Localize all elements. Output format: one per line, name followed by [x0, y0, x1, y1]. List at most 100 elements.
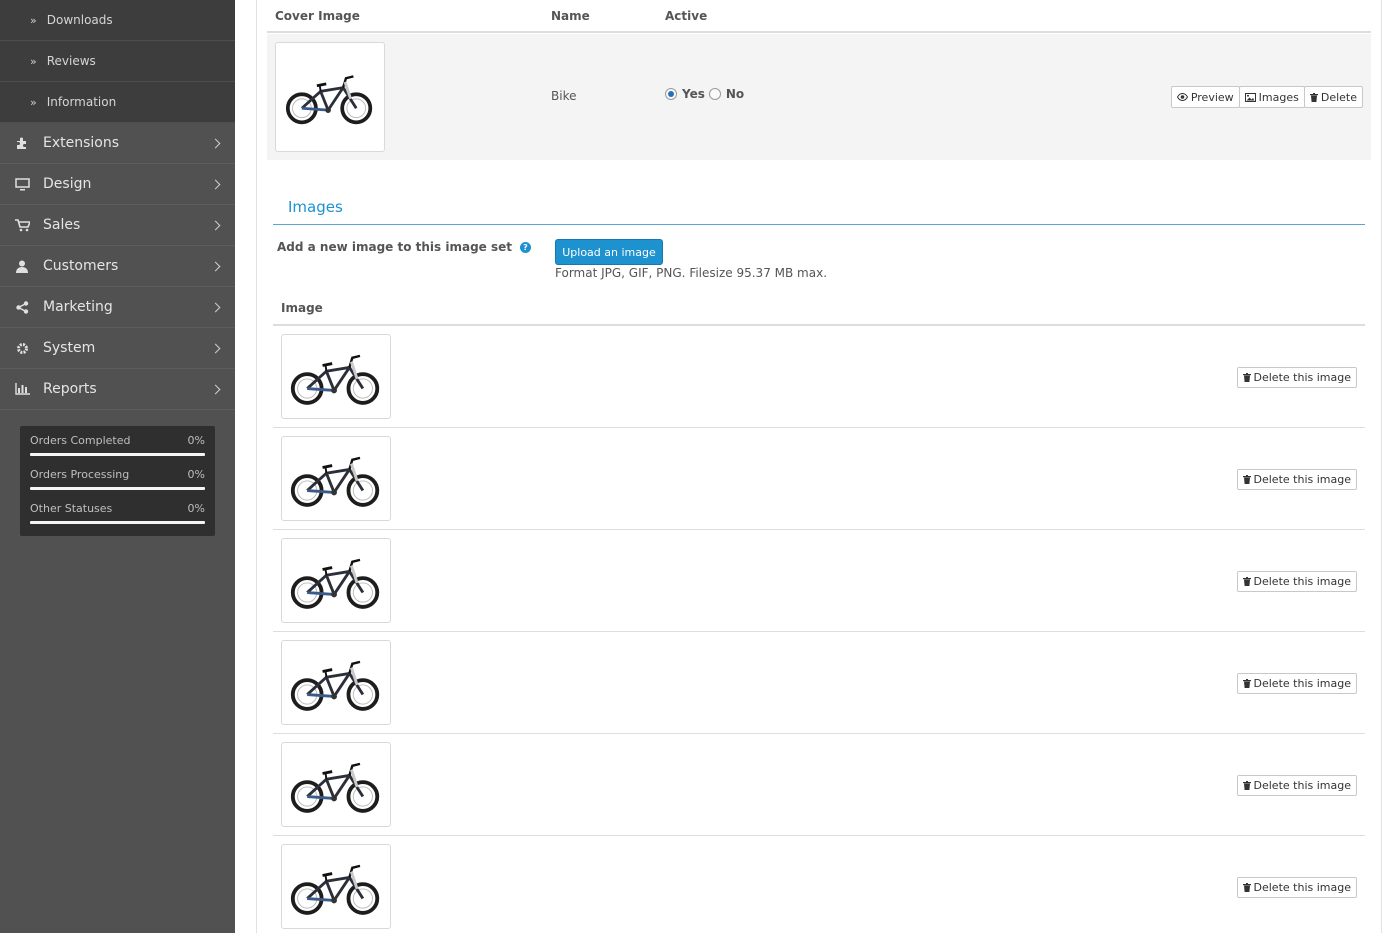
image-thumbnail[interactable] — [281, 844, 391, 929]
delete-image-button[interactable]: Delete this image — [1236, 673, 1357, 694]
active-no-label: No — [725, 87, 745, 101]
cart-icon — [14, 218, 30, 232]
submenu-item-downloads[interactable]: » Downloads — [0, 0, 235, 41]
stat-value: 0% — [187, 468, 205, 481]
images-table-header: Image — [273, 294, 1365, 326]
submenu-item-label: Reviews — [46, 54, 96, 68]
submenu-item-reviews[interactable]: » Reviews — [0, 41, 235, 82]
upload-image-button[interactable]: Upload an image — [555, 239, 663, 265]
table-row: Delete this image — [273, 632, 1365, 734]
menu-item-label: Reports — [43, 381, 97, 397]
chevron-right-icon — [210, 220, 221, 230]
table-row: Bike Yes No Preview Images Delete — [267, 34, 1371, 160]
delete-image-button[interactable]: Delete this image — [1236, 877, 1357, 898]
preview-button[interactable]: Preview — [1170, 86, 1240, 108]
submenu-item-information[interactable]: » Information — [0, 82, 235, 123]
preview-label: Preview — [1190, 90, 1234, 104]
delete-image-button[interactable]: Delete this image — [1236, 367, 1357, 388]
progress-bar — [30, 487, 205, 490]
menu-item-extensions[interactable]: Extensions — [0, 123, 235, 164]
table-row: Delete this image — [273, 836, 1365, 933]
table-row: Delete this image — [273, 530, 1365, 632]
table-row: Delete this image — [273, 734, 1365, 836]
trash-icon — [1309, 92, 1318, 102]
menu-item-label: Extensions — [43, 135, 120, 151]
column-header-cover-image: Cover Image — [275, 9, 360, 23]
eye-icon — [1176, 93, 1188, 101]
puzzle-icon — [14, 136, 30, 150]
double-chevron-right-icon: » — [30, 54, 37, 68]
trash-icon — [1242, 373, 1251, 382]
bike-image — [290, 354, 380, 405]
delete-image-button[interactable]: Delete this image — [1236, 775, 1357, 796]
gear-icon — [14, 341, 30, 355]
stat-label: Orders Processing — [30, 468, 130, 481]
chevron-right-icon — [210, 138, 221, 148]
image-thumbnail[interactable] — [281, 538, 391, 623]
bike-image — [290, 762, 380, 813]
table-row: Delete this image — [273, 326, 1365, 428]
menu-item-reports[interactable]: Reports — [0, 369, 235, 410]
menu-item-label: Sales — [43, 217, 81, 233]
format-hint: Format JPG, GIF, PNG. Filesize 95.37 MB … — [555, 266, 828, 280]
images-label: Images — [1258, 90, 1299, 104]
image-set-name: Bike — [551, 89, 577, 103]
active-yes-label: Yes — [682, 87, 705, 101]
images-button[interactable]: Images — [1238, 86, 1305, 108]
trash-icon — [1242, 781, 1251, 790]
sidebar: » Downloads » Reviews » Information Exte… — [0, 0, 235, 933]
delete-image-label: Delete this image — [1253, 881, 1351, 894]
active-radio-group: Yes No — [665, 87, 744, 101]
picture-icon — [1244, 92, 1256, 102]
user-icon — [14, 259, 30, 273]
active-yes-radio[interactable] — [665, 88, 677, 100]
stat-label: Orders Completed — [30, 434, 131, 447]
section-title: Images — [288, 198, 343, 216]
delete-image-button[interactable]: Delete this image — [1236, 571, 1357, 592]
menu-item-system[interactable]: System — [0, 328, 235, 369]
cover-image-thumbnail[interactable] — [275, 42, 385, 152]
trash-icon — [1242, 475, 1251, 484]
image-thumbnail[interactable] — [281, 334, 391, 419]
menu-item-sales[interactable]: Sales — [0, 205, 235, 246]
delete-image-button[interactable]: Delete this image — [1236, 469, 1357, 490]
add-image-label: Add a new image to this image set ? — [277, 240, 531, 254]
main-content: Cover Image Name Active Bike Yes No Prev… — [256, 0, 1382, 933]
submenu-item-label: Downloads — [46, 13, 113, 27]
images-section-heading: Images — [273, 188, 1365, 225]
chevron-right-icon — [210, 179, 221, 189]
menu-item-design[interactable]: Design — [0, 164, 235, 205]
menu-item-label: Customers — [43, 258, 119, 274]
progress-bar — [30, 453, 205, 456]
bar-chart-icon — [14, 382, 30, 396]
help-icon[interactable]: ? — [520, 241, 531, 253]
image-thumbnail[interactable] — [281, 640, 391, 725]
table-row: Delete this image — [273, 428, 1365, 530]
double-chevron-right-icon: » — [30, 13, 37, 27]
bike-image — [290, 660, 380, 711]
active-no-radio[interactable] — [708, 88, 721, 100]
delete-image-label: Delete this image — [1253, 575, 1351, 588]
delete-image-label: Delete this image — [1253, 371, 1351, 384]
image-thumbnail[interactable] — [281, 742, 391, 827]
delete-button[interactable]: Delete — [1303, 86, 1363, 108]
add-image-label-text: Add a new image to this image set — [277, 240, 512, 254]
delete-image-label: Delete this image — [1253, 677, 1351, 690]
double-chevron-right-icon: » — [30, 95, 37, 109]
menu-item-marketing[interactable]: Marketing — [0, 287, 235, 328]
menu-item-customers[interactable]: Customers — [0, 246, 235, 287]
menu-item-label: System — [43, 340, 96, 356]
stat-orders-completed: Orders Completed 0% — [30, 434, 205, 468]
delete-label: Delete — [1320, 90, 1357, 104]
column-header-active: Active — [665, 9, 708, 23]
stat-value: 0% — [187, 434, 205, 447]
progress-bar — [30, 521, 205, 524]
stat-label: Other Statuses — [30, 502, 113, 515]
page-margin — [1383, 0, 1396, 933]
bike-image — [285, 75, 373, 125]
stat-orders-processing: Orders Processing 0% — [30, 468, 205, 502]
submenu-item-label: Information — [46, 95, 117, 109]
image-thumbnail[interactable] — [281, 436, 391, 521]
trash-icon — [1242, 679, 1251, 688]
column-header-name: Name — [551, 9, 590, 23]
